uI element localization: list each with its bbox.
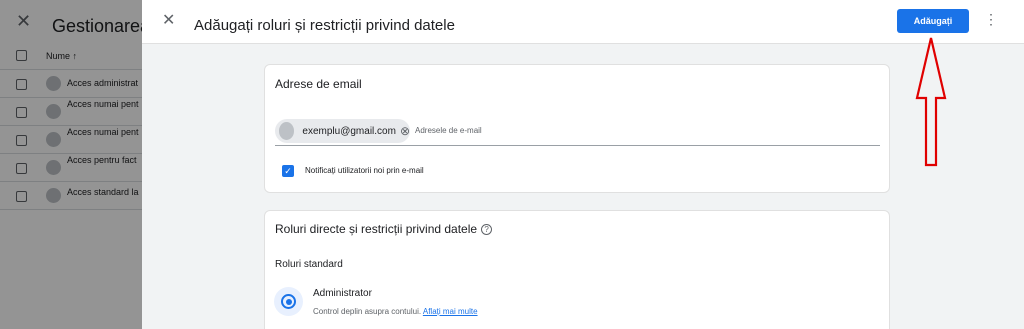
annotation-arrow <box>915 37 947 167</box>
annotation-arrow-shape <box>915 37 947 167</box>
